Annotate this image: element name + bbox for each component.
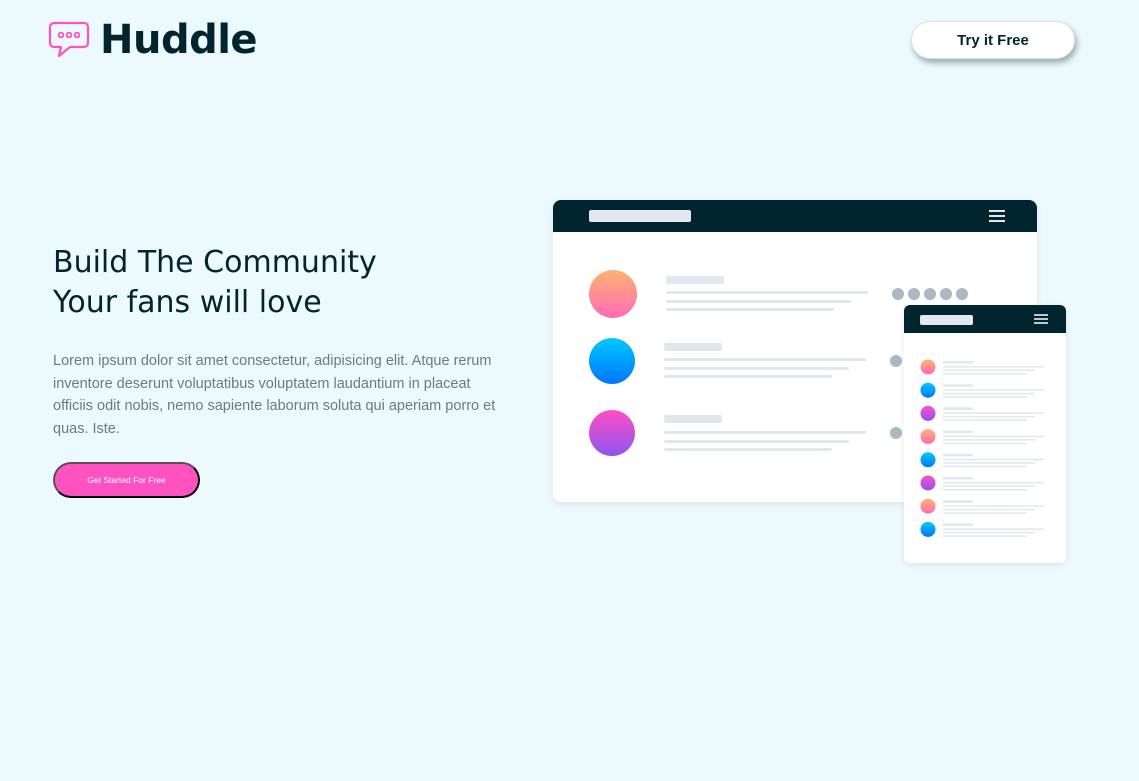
hero-description: Lorem ipsum dolor sit amet consectetur, … <box>53 353 496 437</box>
chat-bubble-icon <box>48 21 90 59</box>
placeholder-line <box>943 523 973 526</box>
placeholder-line <box>943 458 1044 461</box>
hero-title-line-2: Your fans will love <box>53 285 322 320</box>
placeholder-line <box>943 505 1044 507</box>
placeholder-line <box>943 419 1027 421</box>
desktop-title-bar-placeholder <box>589 210 691 222</box>
avatar <box>920 359 936 375</box>
avatar <box>920 452 936 468</box>
placeholder-line <box>943 415 1035 418</box>
placeholder-line <box>943 392 1035 395</box>
avatar <box>589 410 635 456</box>
hero-title-line-1: Build The Community <box>53 245 377 280</box>
placeholder-line <box>943 453 973 457</box>
placeholder-line <box>943 435 1044 438</box>
placeholder-line <box>943 366 1044 368</box>
placeholder-line <box>943 477 973 480</box>
placeholder-line <box>943 407 973 410</box>
placeholder-line <box>943 412 1044 414</box>
avatar <box>920 429 936 445</box>
placeholder-line <box>943 535 1027 537</box>
placeholder-line <box>943 500 973 503</box>
placeholder-line <box>943 465 1027 468</box>
avatar <box>589 338 635 384</box>
mobile-title-bar-placeholder <box>920 315 973 325</box>
placeholder-line <box>943 528 1044 530</box>
placeholder-line <box>943 489 1027 491</box>
placeholder-line <box>943 361 973 364</box>
placeholder-line <box>943 482 1044 484</box>
avatar <box>920 475 936 491</box>
avatar <box>920 382 936 398</box>
logo-text: Huddle <box>100 17 258 63</box>
avatar <box>589 270 637 318</box>
placeholder-line <box>943 485 1035 487</box>
placeholder-line <box>943 430 973 434</box>
try-it-free-button[interactable]: Try it Free <box>911 21 1075 59</box>
placeholder-line <box>943 508 1035 511</box>
placeholder-line <box>943 369 1035 371</box>
placeholder-line <box>943 373 1027 375</box>
hero-title: Build The Community Your fans will love <box>53 243 473 323</box>
placeholder-line <box>943 439 1035 441</box>
placeholder-line <box>943 512 1027 514</box>
placeholder-line <box>943 384 973 387</box>
avatar <box>920 405 936 421</box>
placeholder-line <box>943 531 1035 534</box>
placeholder-line <box>943 389 1044 391</box>
placeholder-line <box>943 442 1027 445</box>
placeholder-line <box>943 462 1035 464</box>
logo[interactable]: Huddle <box>48 17 258 63</box>
avatar <box>920 521 936 537</box>
get-started-button[interactable]: Get Started For Free <box>53 462 200 498</box>
mobile-mockup <box>904 305 1066 563</box>
avatar <box>920 498 936 514</box>
placeholder-line <box>943 396 1027 398</box>
